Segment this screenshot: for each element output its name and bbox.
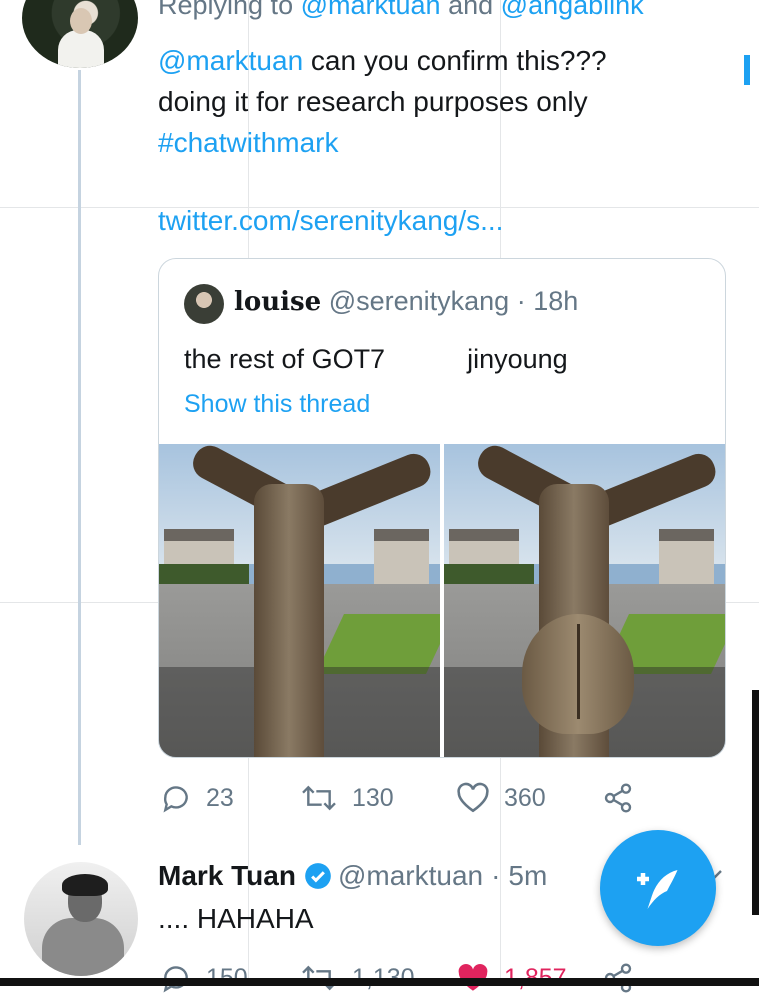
replying-to-user[interactable]: @marktuan [301, 0, 441, 20]
quoted-time: 18h [533, 286, 579, 316]
reply-icon [163, 786, 188, 813]
tweet-url[interactable]: twitter.com/serenitykang/s... [158, 205, 503, 237]
quoted-header: louise @serenitykang · 18h [234, 286, 578, 317]
avatar[interactable] [22, 0, 138, 68]
screen-edge [752, 690, 759, 915]
tree-photo-right[interactable] [444, 444, 725, 757]
quoted-caption-right: jinyoung [467, 344, 568, 374]
scrollbar[interactable] [744, 55, 750, 85]
tree-crack [577, 624, 580, 719]
screen-edge [0, 978, 759, 986]
quoted-media[interactable] [159, 444, 725, 757]
tweet-line: @marktuan can you confirm this??? [158, 40, 718, 81]
like-count: 360 [504, 783, 546, 812]
reply-count: 23 [206, 783, 234, 812]
share-icon [604, 783, 632, 813]
avatar-body [42, 918, 124, 976]
reply-header: Mark Tuan @marktuan · 5m [158, 860, 547, 892]
photo-house [659, 529, 714, 586]
quoted-handle: @serenitykang [328, 286, 510, 316]
reply-text: .... HAHAHA [158, 903, 314, 934]
reply-time: 5m [508, 860, 548, 891]
replying-to-prefix: Replying to [158, 0, 294, 20]
replying-to-user[interactable]: @angablink [501, 0, 644, 20]
quoted-text: the rest of GOT7 jinyoung [184, 344, 568, 375]
quoted-name[interactable]: louise [234, 287, 321, 317]
share-button[interactable] [602, 782, 634, 814]
hashtag-link[interactable]: #chatwithmark [158, 127, 339, 158]
quoted-separator: · [516, 286, 526, 316]
tweet-line-text: doing it for research purposes only [158, 86, 588, 117]
quoted-tweet-card[interactable]: louise @serenitykang · 18h the rest of G… [158, 258, 726, 758]
reply-author-name[interactable]: Mark Tuan [158, 860, 296, 892]
tree-photo-left[interactable] [159, 444, 440, 757]
retweet-count: 130 [352, 783, 394, 812]
replying-to-and: and [448, 0, 494, 20]
tweet-actions: 23 130 360 [160, 782, 660, 816]
avatar-hair [62, 874, 108, 896]
photo-house [374, 529, 429, 586]
like-button[interactable]: 360 [456, 782, 546, 814]
reply-actions: 150 1,130 1,857 [160, 962, 660, 993]
quoted-caption-left: the rest of GOT7 [184, 344, 386, 374]
show-thread-link[interactable]: Show this thread [184, 390, 370, 419]
retweet-button[interactable]: 130 [300, 782, 394, 814]
avatar-face [70, 8, 92, 34]
retweet-icon [302, 785, 336, 811]
avatar[interactable] [24, 862, 138, 976]
heart-icon [457, 782, 489, 813]
compose-tweet-button[interactable] [600, 830, 716, 946]
tree-trunk [254, 484, 324, 757]
reply-button[interactable]: 23 [160, 782, 234, 814]
tweet-line-text: can you confirm this??? [303, 45, 607, 76]
verified-badge-icon [305, 863, 331, 889]
quoted-avatar[interactable] [184, 284, 224, 324]
reply-author-handle: @marktuan [337, 860, 484, 891]
avatar-shirt [58, 30, 104, 68]
mention-link[interactable]: @marktuan [158, 45, 303, 76]
thread-connector [78, 70, 81, 845]
compose-quill-icon [637, 870, 678, 909]
reply-separator: · [491, 860, 501, 891]
replying-to: Replying to @marktuan and @angablink [158, 0, 644, 21]
tweet-text: @marktuan can you confirm this??? doing … [158, 40, 718, 163]
tweet-url-text[interactable]: twitter.com/serenitykang/s... [158, 205, 503, 236]
